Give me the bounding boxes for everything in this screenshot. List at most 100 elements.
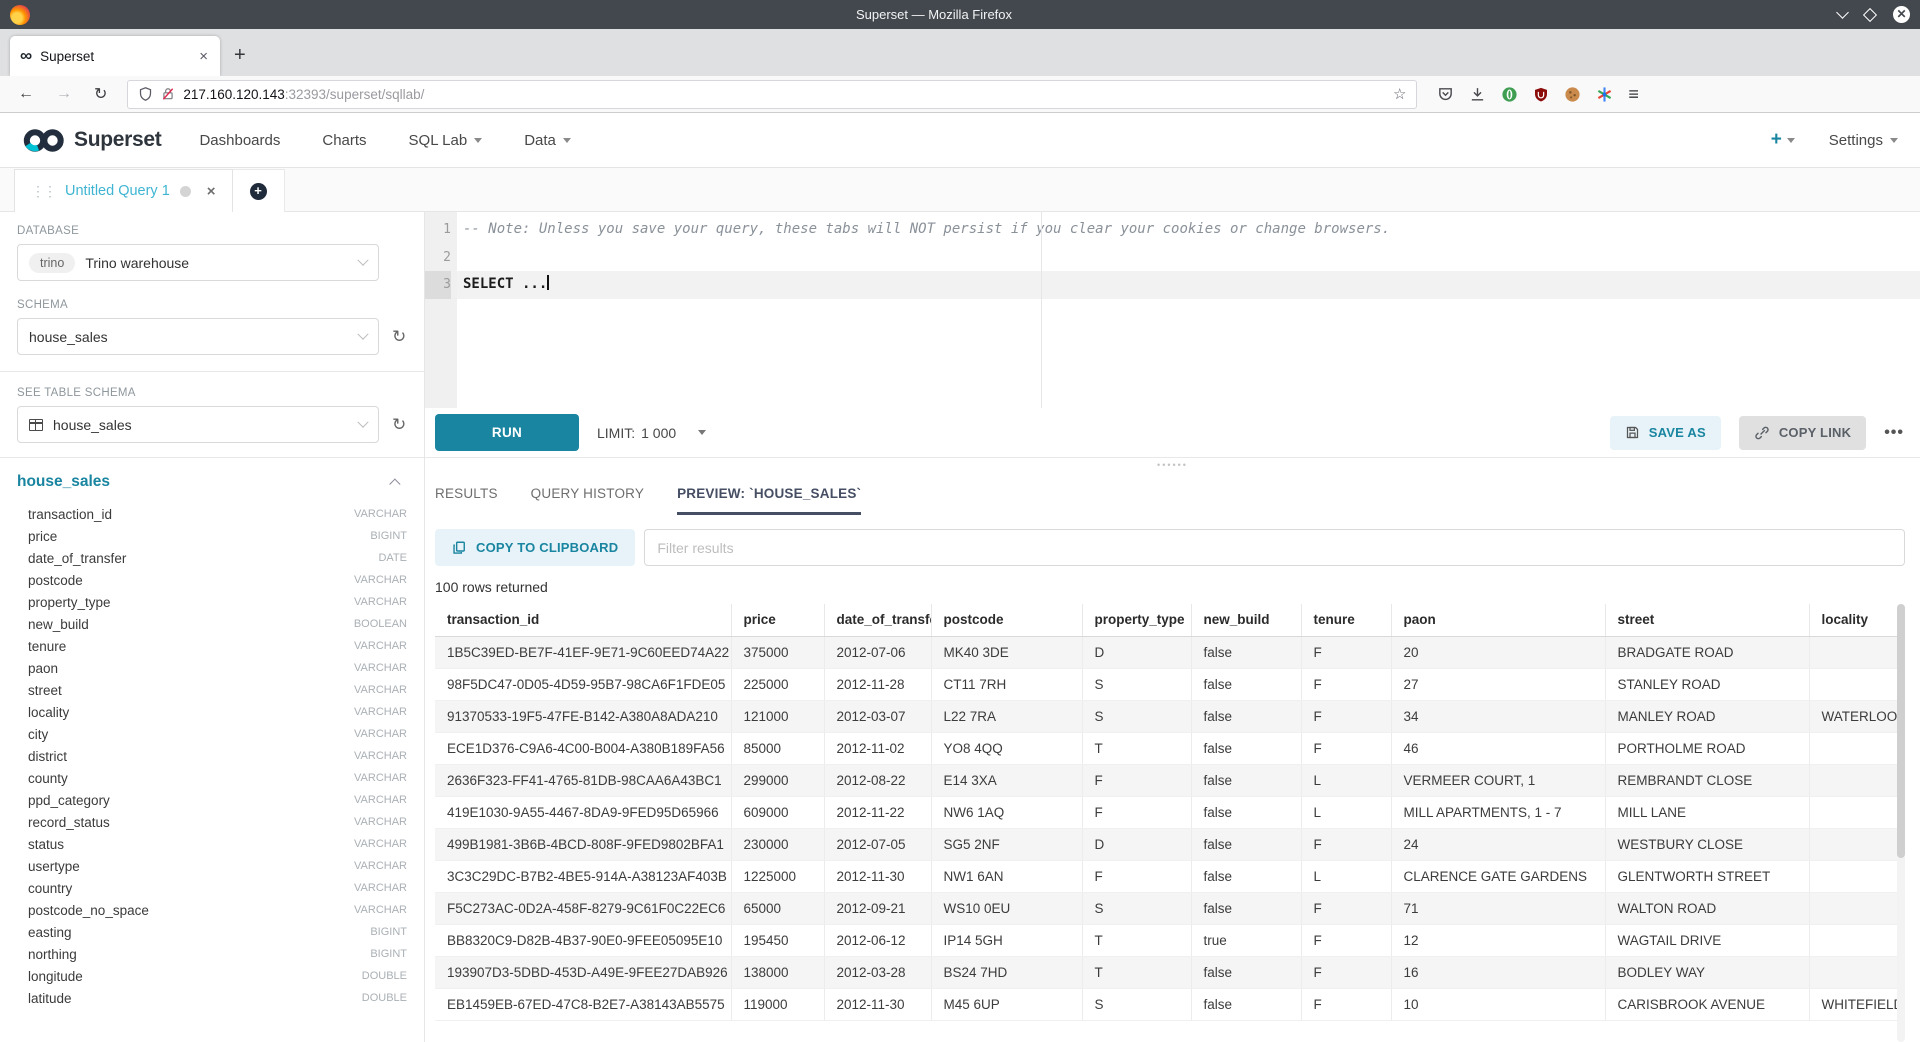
- run-button[interactable]: RUN: [435, 414, 579, 451]
- column-type: VARCHAR: [354, 706, 407, 718]
- table-cell: false: [1191, 700, 1301, 732]
- table-cell: F: [1301, 892, 1391, 924]
- query-tab[interactable]: ⋮⋮ Untitled Query 1 ×: [14, 169, 233, 212]
- column-header[interactable]: paon: [1391, 604, 1605, 636]
- query-tab-label[interactable]: Untitled Query 1: [65, 183, 170, 199]
- superset-brand[interactable]: Superset: [22, 127, 161, 154]
- add-query-tab-button[interactable]: +: [233, 169, 285, 212]
- menu-hamburger-icon[interactable]: ≡: [1628, 84, 1639, 105]
- back-button[interactable]: ←: [10, 85, 42, 103]
- table-cell: 121000: [731, 700, 824, 732]
- cookie-extension-icon[interactable]: [1564, 86, 1581, 103]
- column-header[interactable]: new_build: [1191, 604, 1301, 636]
- print-margin-line: [1041, 212, 1042, 408]
- refresh-schema-icon[interactable]: ↻: [392, 328, 406, 345]
- copy-to-clipboard-button[interactable]: COPY TO CLIPBOARD: [435, 529, 635, 566]
- query-tab-close-icon[interactable]: ×: [207, 183, 216, 200]
- table-cell: T: [1082, 732, 1191, 764]
- table-cell: false: [1191, 988, 1301, 1020]
- refresh-table-icon[interactable]: ↻: [392, 416, 406, 433]
- browser-tabbar: ∞ Superset × +: [0, 29, 1920, 76]
- nav-item-dashboards[interactable]: Dashboards: [199, 132, 280, 149]
- sql-editor[interactable]: 1 2 3 -- Note: Unless you save your quer…: [425, 212, 1920, 408]
- pane-resize-handle[interactable]: ••••••: [425, 458, 1920, 471]
- table-cell: false: [1191, 828, 1301, 860]
- table-cell: false: [1191, 732, 1301, 764]
- schema-select[interactable]: house_sales: [17, 318, 379, 355]
- pocket-icon[interactable]: [1437, 86, 1454, 103]
- table-scrollbar[interactable]: [1897, 604, 1905, 1042]
- url-text[interactable]: 217.160.120.143:32393/superset/sqllab/: [183, 87, 1385, 102]
- download-icon[interactable]: [1469, 86, 1486, 103]
- nav-item-sql-lab[interactable]: SQL Lab: [409, 132, 483, 149]
- results-tab-0[interactable]: RESULTS: [435, 471, 498, 515]
- schema-column: property_typeVARCHAR: [17, 591, 407, 613]
- table-schema-label: SEE TABLE SCHEMA: [17, 387, 407, 399]
- window-minimize-icon[interactable]: [1836, 6, 1849, 19]
- table-cell: [1809, 860, 1897, 892]
- column-header[interactable]: postcode: [931, 604, 1082, 636]
- table-cell: 119000: [731, 988, 824, 1020]
- database-select[interactable]: trino Trino warehouse: [17, 244, 379, 281]
- column-name: status: [28, 837, 354, 852]
- sqllab-workspace: 1 2 3 -- Note: Unless you save your quer…: [425, 212, 1920, 1042]
- shield-permissions-icon[interactable]: [138, 86, 153, 102]
- column-header[interactable]: property_type: [1082, 604, 1191, 636]
- table-cell: [1809, 796, 1897, 828]
- column-header[interactable]: locality: [1809, 604, 1897, 636]
- column-header[interactable]: street: [1605, 604, 1809, 636]
- column-header[interactable]: date_of_transfer: [824, 604, 931, 636]
- column-header[interactable]: transaction_id: [435, 604, 731, 636]
- chevron-down-icon: [563, 138, 571, 143]
- asterisk-extension-icon[interactable]: [1596, 86, 1613, 103]
- save-as-button[interactable]: SAVE AS: [1610, 416, 1721, 450]
- url-bar[interactable]: 217.160.120.143:32393/superset/sqllab/ ☆: [127, 80, 1417, 109]
- ublock-origin-icon[interactable]: [1533, 86, 1549, 103]
- bookmark-star-icon[interactable]: ☆: [1393, 85, 1406, 103]
- nav-item-charts[interactable]: Charts: [322, 132, 366, 149]
- schema-label: SCHEMA: [17, 299, 407, 311]
- table-scrollbar-thumb[interactable]: [1897, 604, 1905, 858]
- table-cell: ECE1D376-C9A6-4C00-B004-A380B189FA56: [435, 732, 731, 764]
- table-select[interactable]: house_sales: [17, 406, 379, 443]
- table-cell: 2012-03-28: [824, 956, 931, 988]
- table-cell: 98F5DC47-0D05-4D59-95B7-98CA6F1FDE05: [435, 668, 731, 700]
- forward-button: →: [48, 85, 80, 103]
- reload-button[interactable]: ↻: [86, 84, 115, 104]
- new-item-menu[interactable]: +: [1771, 129, 1795, 151]
- table-schema-title[interactable]: house_sales: [17, 473, 393, 491]
- filter-results-input[interactable]: [644, 529, 1905, 566]
- schema-column: priceBIGINT: [17, 525, 407, 547]
- privacy-extension-icon[interactable]: [1501, 86, 1518, 103]
- table-cell: 230000: [731, 828, 824, 860]
- column-type: VARCHAR: [354, 772, 407, 784]
- tab-close-icon[interactable]: ×: [197, 48, 210, 65]
- editor-toolbar: RUN LIMIT: 1 000 SAVE AS: [425, 408, 1920, 458]
- column-header[interactable]: price: [731, 604, 824, 636]
- column-type: DOUBLE: [362, 992, 407, 1004]
- column-header[interactable]: tenure: [1301, 604, 1391, 636]
- table-cell: F: [1301, 988, 1391, 1020]
- window-close-icon[interactable]: ✕: [1893, 6, 1910, 23]
- settings-menu[interactable]: Settings: [1829, 132, 1898, 149]
- nav-item-data[interactable]: Data: [524, 132, 571, 149]
- more-options-button[interactable]: •••: [1884, 424, 1904, 442]
- limit-dropdown[interactable]: LIMIT: 1 000: [597, 425, 706, 441]
- copy-link-button[interactable]: COPY LINK: [1739, 416, 1866, 450]
- table-cell: S: [1082, 988, 1191, 1020]
- browser-tab[interactable]: ∞ Superset ×: [10, 36, 220, 76]
- schema-column: tenureVARCHAR: [17, 635, 407, 657]
- editor-code-area[interactable]: -- Note: Unless you save your query, the…: [457, 212, 1920, 408]
- schema-select-value: house_sales: [29, 329, 349, 345]
- new-tab-button[interactable]: +: [220, 36, 260, 76]
- window-maximize-icon[interactable]: [1863, 7, 1877, 21]
- table-cell: false: [1191, 956, 1301, 988]
- superset-favicon-icon: ∞: [20, 46, 32, 66]
- results-tab-1[interactable]: QUERY HISTORY: [531, 471, 644, 515]
- drag-handle-icon[interactable]: ⋮⋮: [31, 183, 55, 200]
- window-title: Superset — Mozilla Firefox: [30, 7, 1838, 22]
- schema-column: new_buildBOOLEAN: [17, 613, 407, 635]
- results-tab-2[interactable]: PREVIEW: `HOUSE_SALES`: [677, 471, 861, 515]
- insecure-lock-icon[interactable]: [161, 86, 175, 102]
- table-cell: T: [1082, 924, 1191, 956]
